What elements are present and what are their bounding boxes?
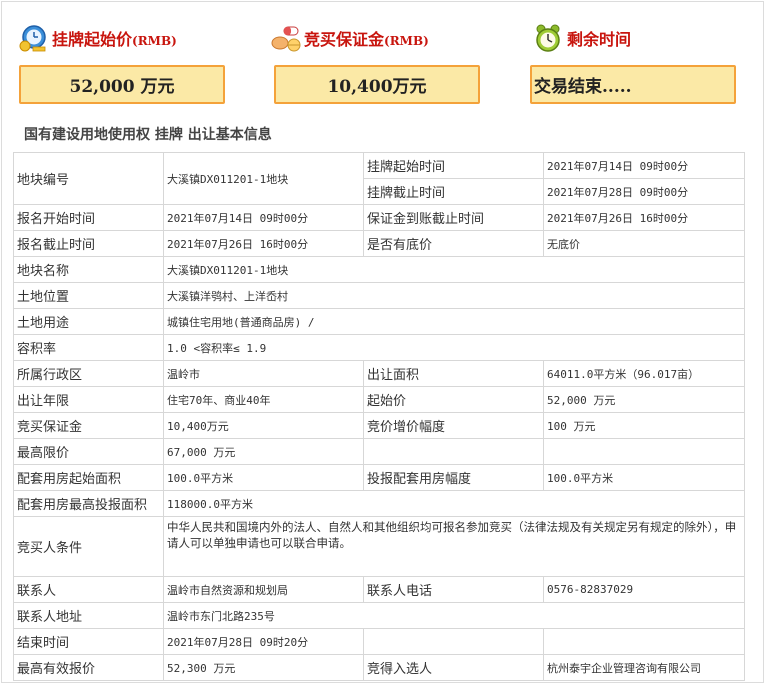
deposit-value: 10,400万元 [163,412,364,439]
phone-value: 0576-82837029 [543,576,745,603]
start-price-box: 52,000 万元 [19,65,225,104]
phone-label: 联系人电话 [363,576,544,603]
plot-name-label: 地块名称 [13,256,164,283]
section-title: 国有建设用地使用权 挂牌 出让基本信息 [24,127,272,143]
district-label: 所属行政区 [13,360,164,387]
bidder-value: 中华人民共和国境内外的法人、自然人和其他组织均可报名参加竞买（法律法规及有关规定… [163,516,745,577]
remaining-title: 剩余时间 [567,30,632,49]
increment-value: 100 万元 [543,412,745,439]
table-row: 所属行政区 温岭市 出让面积 64011.0平方米（96.017亩） [13,360,745,387]
housing-increment-value: 100.0平方米 [543,464,745,491]
bidder-label: 竞买人条件 [13,516,164,577]
table-row: 土地用途 城镇住宅用地(普通商品房) / [13,308,745,335]
area-label: 出让面积 [363,360,544,387]
listing-end-label: 挂牌截止时间 [363,178,544,205]
area-value: 64011.0平方米（96.017亩） [543,360,745,387]
listing-start-label: 挂牌起始时间 [363,152,544,179]
signup-end-label: 报名截止时间 [13,230,164,257]
start-price-label: 起始价 [363,386,544,413]
signup-end-value: 2021年07月26日 16时00分 [163,230,364,257]
usage-label: 土地用途 [13,308,164,335]
district-value: 温岭市 [163,360,364,387]
far-label: 容积率 [13,334,164,361]
deposit-label: 竞买保证金 [13,412,164,439]
table-row: 最高有效报价 52,300 万元 竞得入选人 杭州泰宇企业管理咨询有限公司 [13,654,745,681]
table-row: 竞买保证金 10,400万元 竞价增价幅度 100 万元 [13,412,745,439]
table-row: 结束时间 2021年07月28日 09时20分 [13,628,745,655]
table-row: 联系人 温岭市自然资源和规划局 联系人电话 0576-82837029 [13,576,745,603]
remaining-header: 剩余时间 [533,22,631,54]
info-table: 地块编号 大溪镇DX011201-1地块 挂牌起始时间 2021年07月14日 … [13,152,745,681]
start-price-header: 挂牌起始价(RMB) [18,22,177,54]
table-row: 配套用房起始面积 100.0平方米 投报配套用房幅度 100.0平方米 [13,464,745,491]
contact-label: 联系人 [13,576,164,603]
winner-label: 竞得入选人 [363,654,544,681]
deposit-title: 竞买保证金(RMB) [304,30,429,49]
term-value: 住宅70年、商业40年 [163,386,364,413]
housing-max-label: 配套用房最高投报面积 [13,490,164,517]
pills-icon [270,23,301,53]
table-row: 地块编号 大溪镇DX011201-1地块 挂牌起始时间 2021年07月14日 … [13,152,745,205]
table-row: 竞买人条件 中华人民共和国境内外的法人、自然人和其他组织均可报名参加竞买（法律法… [13,516,745,577]
alarm-clock-icon [533,23,563,53]
deposit-deadline-label: 保证金到账截止时间 [363,204,544,231]
empty-cell [363,628,544,655]
reserve-value: 无底价 [543,230,745,257]
end-time-value: 2021年07月28日 09时20分 [163,628,364,655]
plot-no-label: 地块编号 [13,152,164,205]
housing-start-label: 配套用房起始面积 [13,464,164,491]
housing-max-value: 118000.0平方米 [163,490,745,517]
usage-value: 城镇住宅用地(普通商品房) / [163,308,745,335]
listing-end-value: 2021年07月28日 09时00分 [543,178,745,205]
contact-value: 温岭市自然资源和规划局 [163,576,364,603]
table-row: 土地位置 大溪镇洋鸮村、上洋岙村 [13,282,745,309]
signup-start-label: 报名开始时间 [13,204,164,231]
money-clock-icon [18,23,48,53]
deposit-deadline-value: 2021年07月26日 16时00分 [543,204,745,231]
empty-cell [543,438,745,465]
far-value: 1.0 <容积率≤ 1.9 [163,334,745,361]
winner-value: 杭州泰宇企业管理咨询有限公司 [543,654,745,681]
max-price-label: 最高限价 [13,438,164,465]
location-value: 大溪镇洋鸮村、上洋岙村 [163,282,745,309]
empty-cell [543,628,745,655]
plot-no-value: 大溪镇DX011201-1地块 [163,152,364,205]
housing-increment-label: 投报配套用房幅度 [363,464,544,491]
reserve-label: 是否有底价 [363,230,544,257]
table-row: 容积率 1.0 <容积率≤ 1.9 [13,334,745,361]
table-row: 联系人地址 温岭市东门北路235号 [13,602,745,629]
start-price-title: 挂牌起始价(RMB) [52,30,177,49]
address-label: 联系人地址 [13,602,164,629]
start-price-value: 52,000 万元 [543,386,745,413]
signup-start-value: 2021年07月14日 09时00分 [163,204,364,231]
table-row: 地块名称 大溪镇DX011201-1地块 [13,256,745,283]
listing-start-value: 2021年07月14日 09时00分 [543,152,745,179]
table-row: 最高限价 67,000 万元 [13,438,745,465]
table-row: 报名截止时间 2021年07月26日 16时00分 是否有底价 无底价 [13,230,745,257]
term-label: 出让年限 [13,386,164,413]
end-time-label: 结束时间 [13,628,164,655]
increment-label: 竞价增价幅度 [363,412,544,439]
housing-start-value: 100.0平方米 [163,464,364,491]
table-row: 报名开始时间 2021年07月14日 09时00分 保证金到账截止时间 2021… [13,204,745,231]
deposit-box: 10,400万元 [274,65,480,104]
remaining-box: 交易结束..... [530,65,736,104]
location-label: 土地位置 [13,282,164,309]
highest-bid-value: 52,300 万元 [163,654,364,681]
deposit-header: 竞买保证金(RMB) [270,22,429,54]
table-row: 出让年限 住宅70年、商业40年 起始价 52,000 万元 [13,386,745,413]
highest-bid-label: 最高有效报价 [13,654,164,681]
table-row: 配套用房最高投报面积 118000.0平方米 [13,490,745,517]
max-price-value: 67,000 万元 [163,438,364,465]
empty-cell [363,438,544,465]
plot-name-value: 大溪镇DX011201-1地块 [163,256,745,283]
address-value: 温岭市东门北路235号 [163,602,745,629]
